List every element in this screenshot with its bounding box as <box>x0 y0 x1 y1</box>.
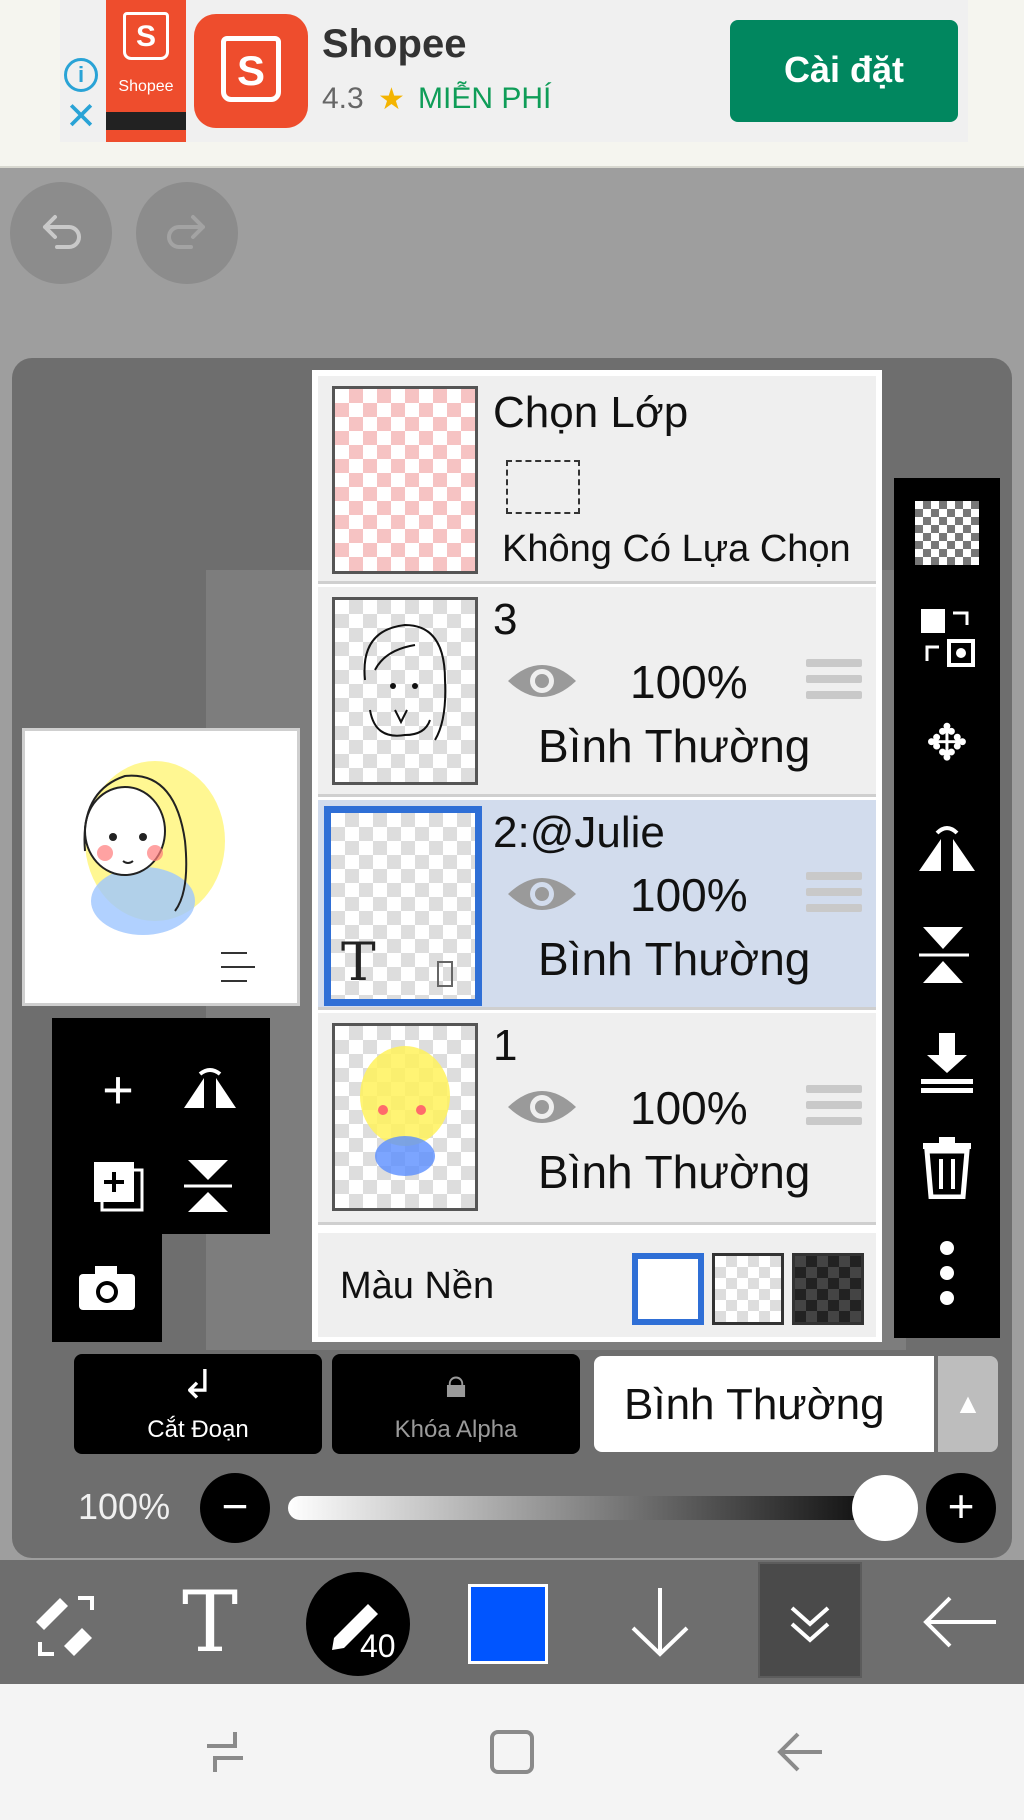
redo-icon <box>167 215 205 249</box>
recent-apps-icon[interactable] <box>180 1712 270 1792</box>
opacity-slider[interactable] <box>288 1496 908 1520</box>
left-tool-palette-camera <box>52 1234 162 1342</box>
background-transparent-swatch[interactable] <box>712 1253 784 1325</box>
brush-size-value: 40 <box>360 1628 396 1664</box>
app-logo[interactable]: S <box>194 14 308 128</box>
swap-layers-icon[interactable] <box>906 596 988 678</box>
close-icon[interactable]: ✕ <box>64 98 98 136</box>
info-icon[interactable]: i <box>64 58 98 92</box>
drawing-preview <box>83 761 255 982</box>
layer-row[interactable]: 3 100% Bình Thường <box>318 587 876 797</box>
layer-row-selected[interactable]: T 2:@Julie 100% Bình Thường <box>318 800 876 1010</box>
flip-horizontal-icon[interactable] <box>906 808 988 890</box>
layer-blend-mode: Bình Thường <box>538 1146 811 1198</box>
delete-icon[interactable] <box>906 1126 988 1208</box>
layer-opacity: 100% <box>630 1082 748 1134</box>
layer-opacity-label: 100% <box>78 1486 171 1527</box>
layer-name: 2:@Julie <box>493 808 665 857</box>
more-options-icon[interactable] <box>906 1232 988 1314</box>
visibility-eye-icon[interactable] <box>504 1083 580 1131</box>
arrow-down-icon[interactable] <box>610 1570 710 1674</box>
ad-rating: 4.3 <box>322 82 364 115</box>
ad-thumbnail: S Shopee <box>106 0 186 142</box>
selection-thumbnail <box>332 386 478 574</box>
selection-status: Không Có Lựa Chọn <box>502 528 851 570</box>
layer-sketch <box>363 623 447 741</box>
layer-panel: Chọn Lớp Không Có Lựa Chọn 3 100% Bình T… <box>312 370 882 1342</box>
right-tool-column: ✥ <box>894 478 1000 1338</box>
flip-vertical-icon[interactable] <box>170 1146 250 1226</box>
layer-thumbnail <box>332 597 478 785</box>
current-color-swatch[interactable] <box>468 1584 548 1664</box>
flip-vertical-icon[interactable] <box>906 914 988 996</box>
undo-icon <box>43 215 81 249</box>
selection-layer-row[interactable]: Chọn Lớp Không Có Lựa Chọn <box>318 376 876 584</box>
ad-title: Shopee <box>322 22 467 66</box>
add-layer-icon[interactable]: + <box>78 1050 158 1130</box>
background-white-swatch[interactable] <box>632 1253 704 1325</box>
home-icon[interactable] <box>467 1712 557 1792</box>
background-color-row: Màu Nền <box>318 1233 876 1337</box>
layer-opacity: 100% <box>630 869 748 921</box>
layer-row[interactable]: 1 100% Bình Thường <box>318 1013 876 1225</box>
duplicate-layer-icon[interactable] <box>78 1146 158 1226</box>
undo-button[interactable] <box>10 182 112 284</box>
opacity-increase-button[interactable]: + <box>926 1473 996 1543</box>
layer-name: 1 <box>493 1021 518 1070</box>
clipping-label: Cắt Đoạn <box>147 1416 249 1443</box>
text-tool-icon[interactable]: T <box>160 1570 260 1674</box>
blend-mode-dropdown-button[interactable]: ▲ <box>938 1356 998 1452</box>
text-layer-icon: T <box>341 933 376 993</box>
selection-rect-icon <box>506 460 580 514</box>
visibility-eye-icon[interactable] <box>504 870 580 918</box>
blend-mode-value: Bình Thường <box>624 1380 885 1429</box>
layer-color-fill <box>360 1046 450 1176</box>
canvas-preview[interactable] <box>22 728 300 1006</box>
left-tool-palette: + <box>52 1018 270 1234</box>
ad-price: MIỄN PHÍ <box>418 82 552 115</box>
ad-thumbnail-label: Shopee <box>118 78 174 95</box>
camera-icon[interactable] <box>67 1248 147 1328</box>
system-back-icon[interactable] <box>755 1712 845 1792</box>
install-button[interactable]: Cài đặt <box>730 20 958 122</box>
move-icon[interactable]: ✥ <box>906 702 988 784</box>
store-badges <box>106 112 186 130</box>
ad-banner[interactable]: i ✕ S Shopee S Shopee 4.3 ★ MIỄN PHÍ Cài… <box>0 0 1024 168</box>
layer-name: 3 <box>493 595 518 644</box>
layer-thumbnail <box>332 1023 478 1211</box>
redo-button[interactable] <box>136 182 238 284</box>
double-chevron-down-icon <box>790 1606 830 1643</box>
text-preview-mark <box>437 961 453 987</box>
layer-blend-mode: Bình Thường <box>538 933 811 985</box>
layer-thumbnail: T <box>324 806 482 1006</box>
shopping-bag-icon: S <box>123 12 169 60</box>
flip-horizontal-icon[interactable] <box>170 1050 250 1130</box>
back-arrow-icon[interactable] <box>910 1570 1010 1674</box>
brush-eraser-switch-icon[interactable] <box>16 1570 116 1674</box>
visibility-eye-icon[interactable] <box>504 657 580 705</box>
transparency-grid-icon[interactable] <box>906 492 988 574</box>
blend-mode-select[interactable]: Bình Thường <box>594 1356 934 1452</box>
drag-handle-icon[interactable] <box>806 872 862 918</box>
drag-handle-icon[interactable] <box>806 1085 862 1131</box>
background-dark-swatch[interactable] <box>792 1253 864 1325</box>
alpha-lock-label: Khóa Alpha <box>394 1416 518 1443</box>
merge-down-icon[interactable] <box>906 1020 988 1102</box>
selection-layer-title: Chọn Lớp <box>493 388 689 437</box>
opacity-decrease-button[interactable]: − <box>200 1473 270 1543</box>
shopping-bag-icon: S <box>221 36 281 102</box>
clip-arrow-icon: ↲ <box>181 1363 215 1407</box>
background-color-label: Màu Nền <box>340 1265 495 1307</box>
layer-opacity: 100% <box>630 656 748 708</box>
alpha-lock-button[interactable]: 🔒︎ Khóa Alpha <box>332 1354 580 1454</box>
star-icon: ★ <box>378 83 405 116</box>
lock-icon: 🔒︎ <box>445 1362 467 1406</box>
collapse-panel-button[interactable] <box>758 1562 862 1678</box>
opacity-slider-handle[interactable] <box>852 1475 918 1541</box>
drag-handle-icon[interactable] <box>806 659 862 705</box>
layer-blend-mode: Bình Thường <box>538 720 811 772</box>
clipping-button[interactable]: ↲ Cắt Đoạn <box>74 1354 322 1454</box>
